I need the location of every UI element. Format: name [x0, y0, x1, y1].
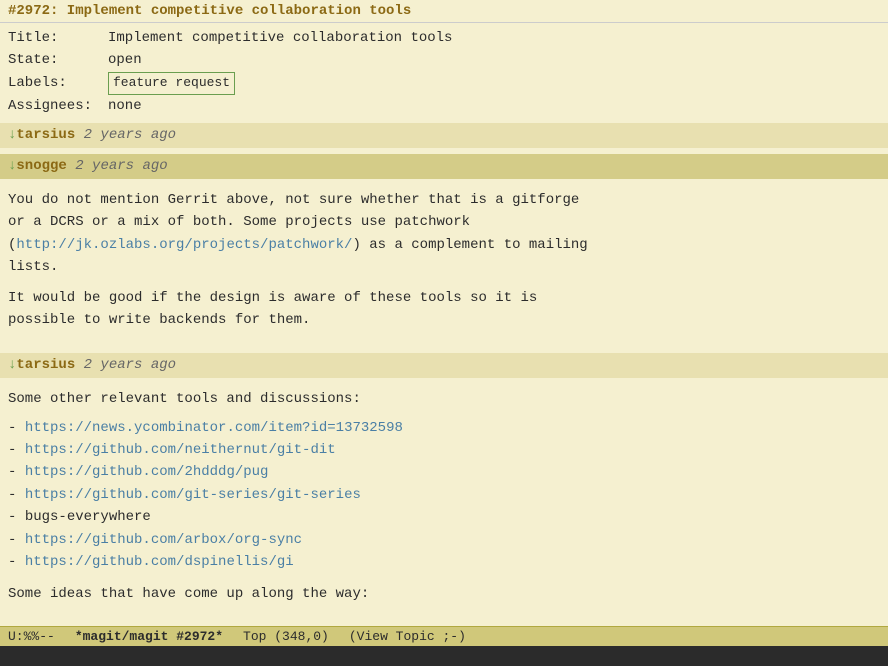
state-label: State:	[8, 49, 108, 71]
comment-time-1: 2 years ago	[84, 127, 176, 143]
comment-time-3: 2 years ago	[84, 357, 176, 373]
assignees-label: Assignees:	[8, 95, 108, 117]
title-row: Title: Implement competitive collaborati…	[8, 27, 880, 49]
comment-body-2: You do not mention Gerrit above, not sur…	[8, 185, 880, 335]
comment-time-2: 2 years ago	[75, 158, 167, 174]
minibuffer	[0, 646, 888, 666]
list-item-2: - https://github.com/neithernut/git-dit	[8, 439, 880, 461]
state-value: open	[108, 49, 142, 71]
comment-author-2: snogge	[16, 158, 66, 174]
tarsius2-outro: Some ideas that have come up along the w…	[8, 583, 880, 605]
snogge-line-2: or a DCRS or a mix of both. Some project…	[8, 211, 880, 233]
status-mode: U:%%--	[8, 629, 55, 644]
tarsius2-intro: Some other relevant tools and discussion…	[8, 388, 880, 410]
comment-author-1: tarsius	[16, 127, 75, 143]
list-item-6: - https://github.com/arbox/org-sync	[8, 529, 880, 551]
status-position: Top (348,0)	[243, 629, 329, 644]
bugs-everywhere-text: bugs-everywhere	[25, 509, 151, 525]
issue-metadata: Title: Implement competitive collaborati…	[8, 27, 880, 117]
status-extra: (View Topic ;-)	[349, 629, 466, 644]
list-item-7: - https://github.com/dspinellis/gi	[8, 551, 880, 573]
assignees-value: none	[108, 95, 142, 117]
list-item-3: - https://github.com/2hdddg/pug	[8, 461, 880, 483]
status-filename: *magit/magit #2972*	[75, 629, 223, 644]
snogge-line-1: You do not mention Gerrit above, not sur…	[8, 189, 880, 211]
issue-title: #2972: Implement competitive collaborati…	[8, 3, 411, 19]
snogge-line-5: It would be good if the design is aware …	[8, 287, 880, 309]
title-value: Implement competitive collaboration tool…	[108, 27, 452, 49]
comment-header-3[interactable]: ↓tarsius 2 years ago	[0, 353, 888, 378]
content-area[interactable]: Title: Implement competitive collaborati…	[0, 23, 888, 626]
link-git-series[interactable]: https://github.com/git-series/git-series	[25, 487, 361, 503]
comment-header-1[interactable]: ↓tarsius 2 years ago	[0, 123, 888, 148]
snogge-line-4: lists.	[8, 256, 880, 278]
link-org-sync[interactable]: https://github.com/arbox/org-sync	[25, 532, 302, 548]
status-bar: U:%%-- *magit/magit #2972* Top (348,0) (…	[0, 626, 888, 646]
snogge-line-6: possible to write backends for them.	[8, 309, 880, 331]
editor-window: #2972: Implement competitive collaborati…	[0, 0, 888, 666]
snogge-spacer	[8, 279, 880, 287]
label-badge: feature request	[108, 72, 235, 95]
comment-header-2[interactable]: ↓snogge 2 years ago	[0, 154, 888, 179]
list-item-1: - https://news.ycombinator.com/item?id=1…	[8, 417, 880, 439]
snogge-line-3: (http://jk.ozlabs.org/projects/patchwork…	[8, 234, 880, 256]
spacer-between-comments	[8, 335, 880, 347]
state-row: State: open	[8, 49, 880, 71]
patchwork-link[interactable]: http://jk.ozlabs.org/projects/patchwork/	[16, 237, 352, 253]
labels-label: Labels:	[8, 72, 108, 95]
link-gi[interactable]: https://github.com/dspinellis/gi	[25, 554, 294, 570]
assignees-row: Assignees: none	[8, 95, 880, 117]
list-item-5: - bugs-everywhere	[8, 506, 880, 528]
title-label: Title:	[8, 27, 108, 49]
title-bar: #2972: Implement competitive collaborati…	[0, 0, 888, 23]
link-git-dit[interactable]: https://github.com/neithernut/git-dit	[25, 442, 336, 458]
link-pug[interactable]: https://github.com/2hdddg/pug	[25, 464, 269, 480]
list-item-4: - https://github.com/git-series/git-seri…	[8, 484, 880, 506]
comment-author-3: tarsius	[16, 357, 75, 373]
labels-row: Labels: feature request	[8, 72, 880, 95]
comment-body-3: Some other relevant tools and discussion…	[8, 384, 880, 610]
link-hn[interactable]: https://news.ycombinator.com/item?id=137…	[25, 420, 403, 436]
